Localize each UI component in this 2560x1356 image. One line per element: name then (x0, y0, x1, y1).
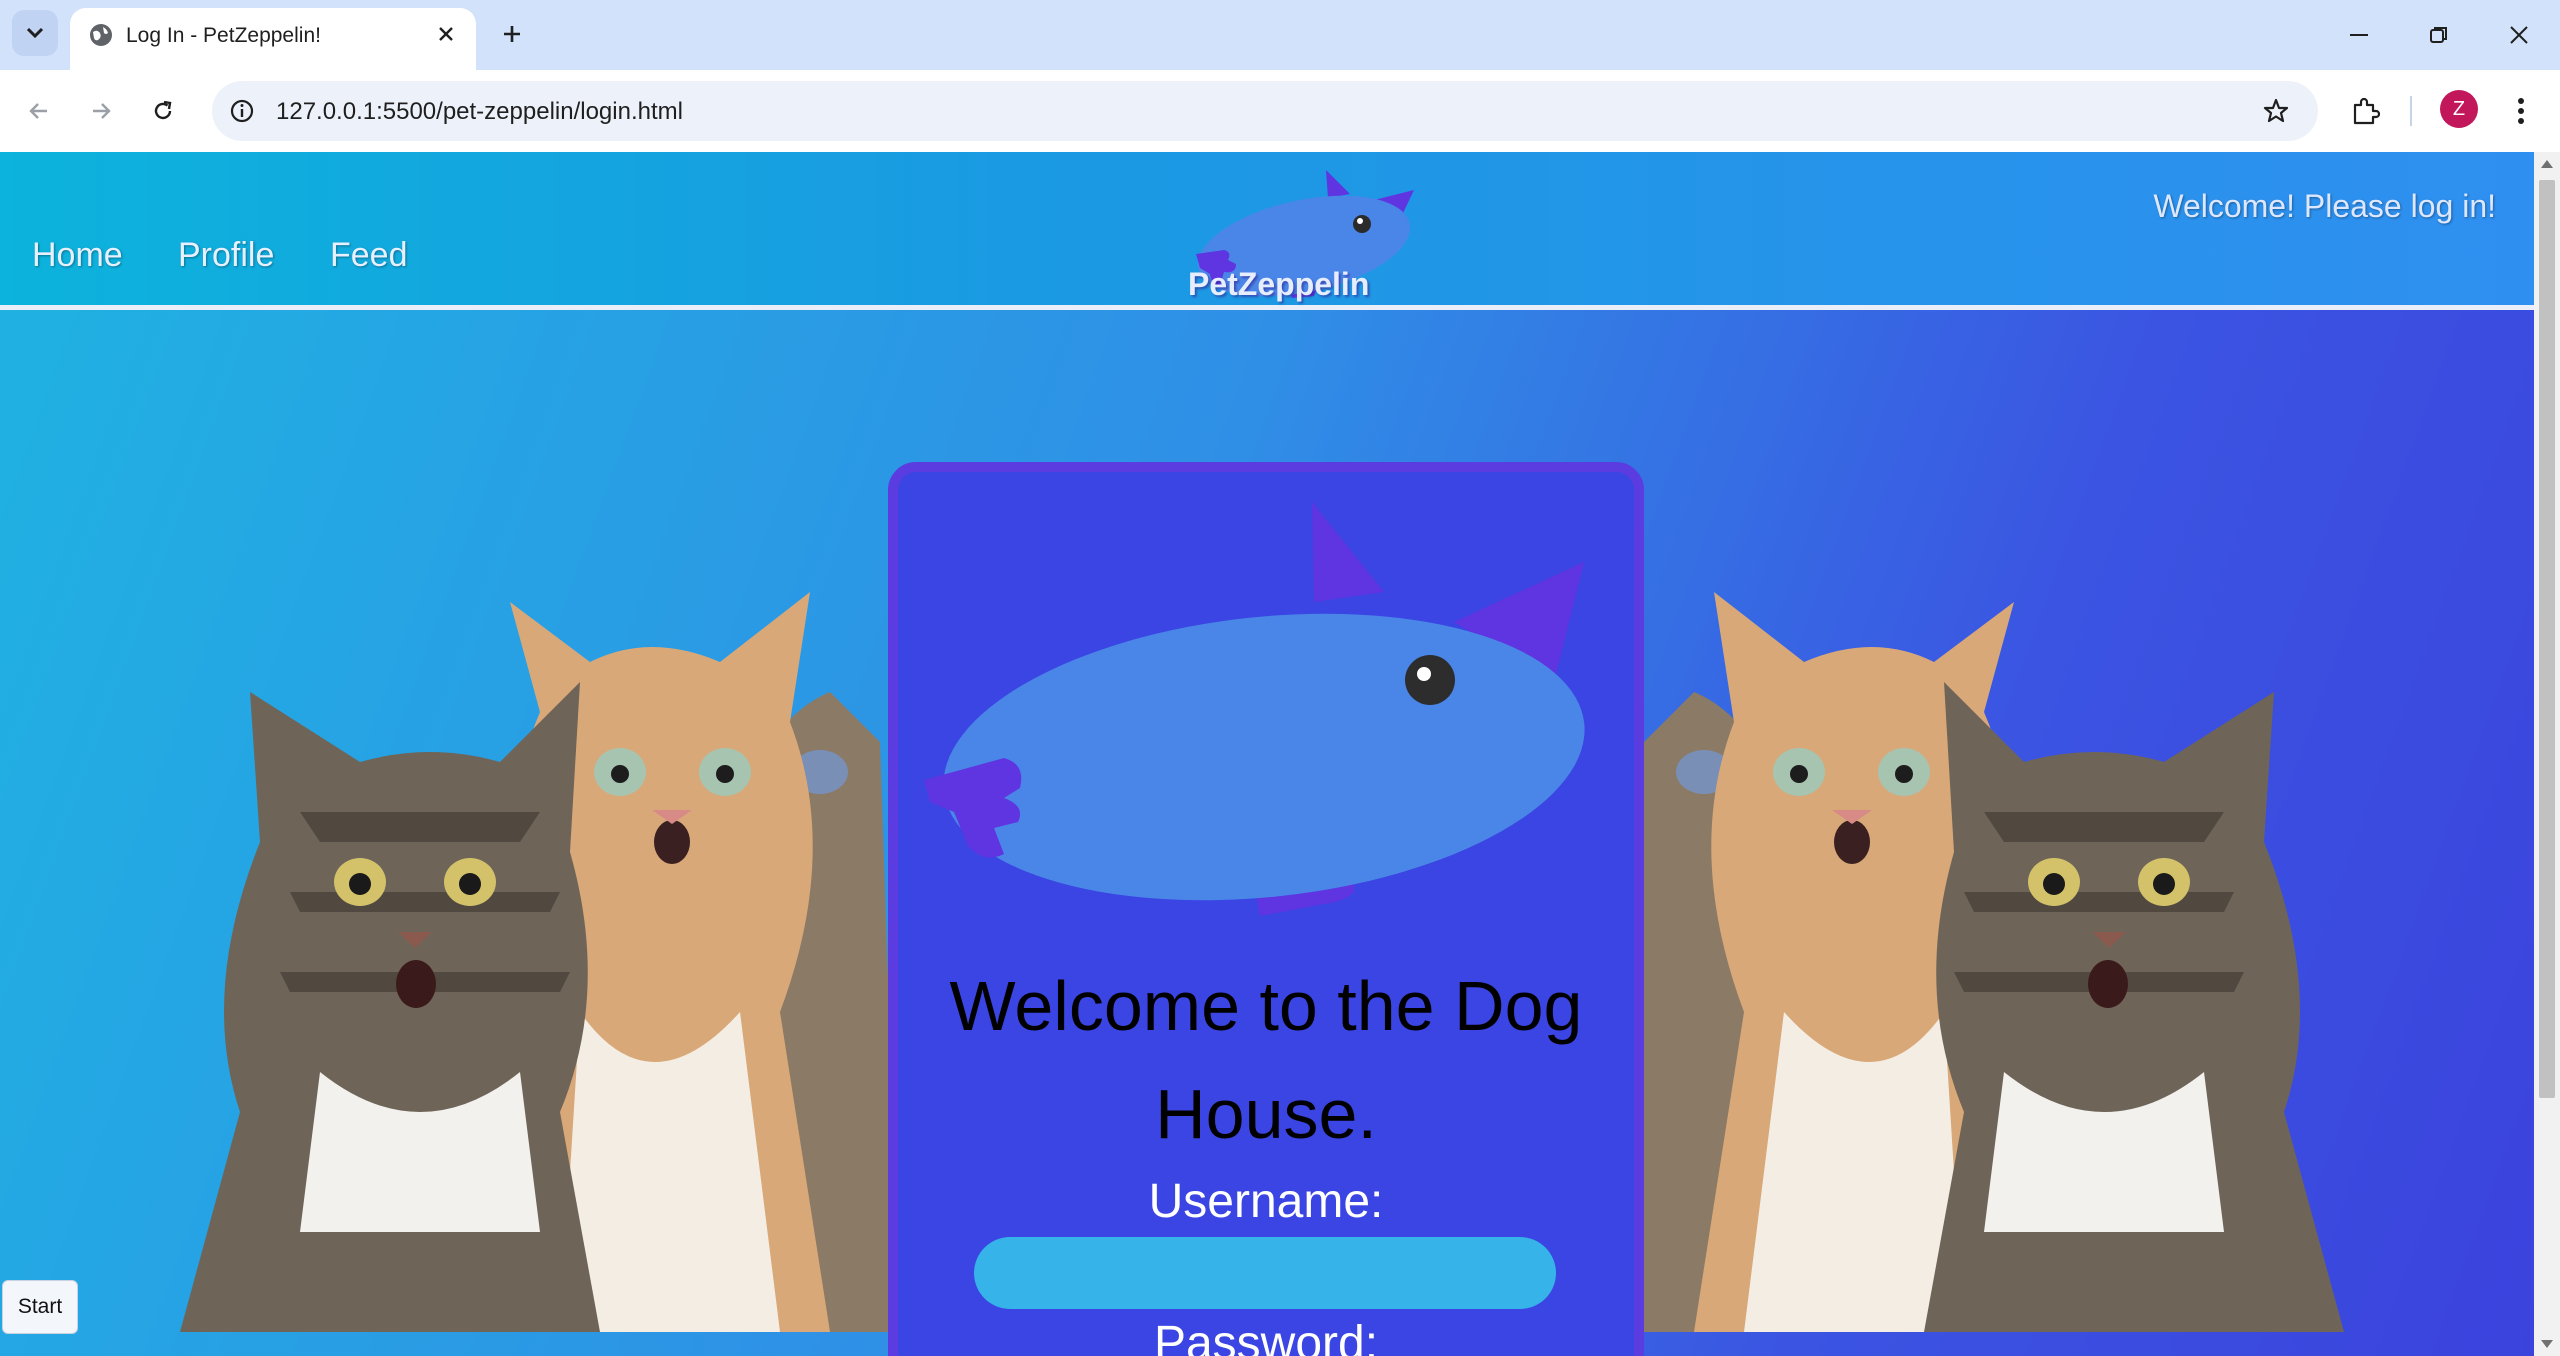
reload-button[interactable] (140, 88, 186, 134)
nav-home-link[interactable]: Home (32, 236, 123, 275)
back-button[interactable] (16, 88, 62, 134)
login-heading: Welcome to the Dog House. (949, 967, 1583, 1153)
restore-icon (2430, 27, 2447, 43)
new-tab-button[interactable] (494, 16, 530, 52)
bookmark-star-icon[interactable] (2258, 93, 2294, 129)
plus-icon (504, 26, 520, 42)
zeppelin-logo-icon (924, 502, 1585, 916)
scroll-thumb[interactable] (2539, 180, 2555, 1098)
close-icon (2510, 26, 2528, 44)
arrow-right-icon (93, 103, 111, 119)
arrow-left-icon (29, 103, 47, 119)
tab-close-button[interactable] (430, 18, 462, 50)
forward-button[interactable] (78, 88, 124, 134)
scroll-up-arrow-icon[interactable] (2541, 160, 2553, 168)
browser-chrome: Log In - PetZeppelin! 127.0.0.1:5500/pet… (0, 0, 2560, 152)
page-viewport: Home Profile Feed PetZeppelin Welcome! P… (0, 152, 2534, 1356)
welcome-message: Welcome! Please log in! (2153, 188, 2496, 224)
cats-image-right (1624, 592, 2344, 1332)
site-header: Home Profile Feed PetZeppelin Welcome! P… (0, 152, 2534, 310)
more-vert-icon (2518, 98, 2524, 124)
toolbar-divider (2410, 96, 2412, 126)
globe-icon (90, 24, 112, 46)
nav-profile-link[interactable]: Profile (178, 236, 274, 275)
browser-toolbar: 127.0.0.1:5500/pet-zeppelin/login.html Z (0, 70, 2560, 152)
minimize-icon (2350, 34, 2368, 36)
reload-icon (154, 100, 172, 120)
puzzle-icon (2353, 97, 2380, 125)
tab-active[interactable]: Log In - PetZeppelin! (70, 8, 476, 70)
menu-button[interactable] (2498, 88, 2544, 134)
url-text: 127.0.0.1:5500/pet-zeppelin/login.html (276, 98, 683, 125)
page-scrollbar[interactable] (2534, 152, 2560, 1356)
minimize-button[interactable] (2336, 12, 2382, 58)
cats-image-left (180, 592, 900, 1332)
info-icon[interactable] (224, 93, 260, 129)
window-close-button[interactable] (2496, 12, 2542, 58)
username-label: Username: (1148, 1175, 1384, 1228)
tab-search-button[interactable] (12, 10, 58, 56)
password-label: Password: (1153, 1317, 1379, 1356)
nav-feed-link[interactable]: Feed (330, 236, 408, 275)
chevron-down-icon (26, 27, 44, 39)
tab-strip: Log In - PetZeppelin! (0, 0, 2560, 70)
scroll-down-arrow-icon[interactable] (2541, 1340, 2553, 1348)
close-icon (439, 27, 453, 41)
profile-avatar[interactable]: Z (2440, 90, 2478, 128)
extensions-button[interactable] (2342, 88, 2388, 134)
tab-title: Log In - PetZeppelin! (126, 24, 321, 47)
restore-button[interactable] (2416, 12, 2462, 58)
start-button[interactable]: Start (2, 1280, 78, 1334)
address-bar[interactable]: 127.0.0.1:5500/pet-zeppelin/login.html (212, 81, 2318, 141)
username-input[interactable] (974, 1237, 1556, 1309)
logo-text[interactable]: PetZeppelin (1188, 266, 1369, 303)
login-card: Welcome to the Dog House. Username: Pass… (888, 462, 1644, 1356)
